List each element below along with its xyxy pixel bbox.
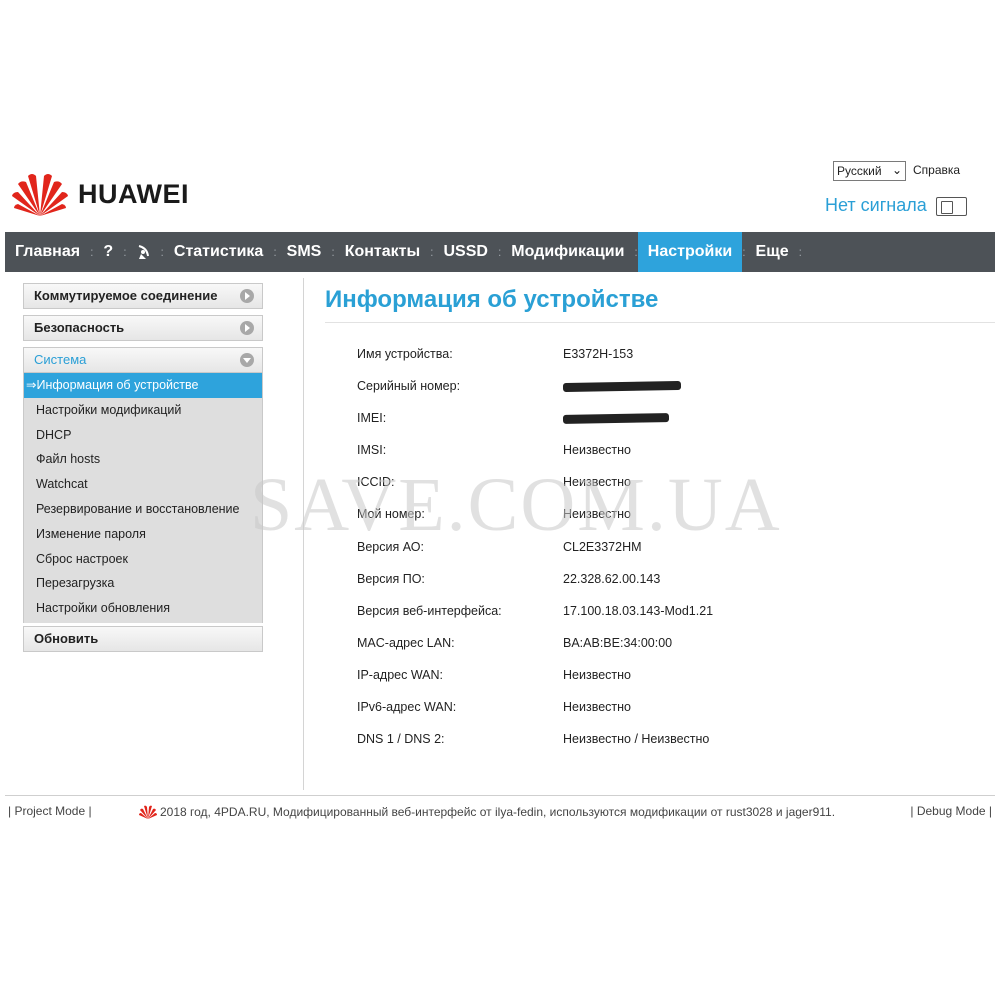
info-value: Неизвестно / Неизвестно [563, 732, 710, 747]
nav-item-3[interactable]: SMS [277, 232, 332, 272]
info-label: Версия веб-интерфейса: [357, 603, 502, 618]
info-row: Версия АО: CL2E3372HM [357, 540, 957, 572]
info-row: ICCID: Неизвестно [357, 475, 957, 507]
info-label: MAC-адрес LAN: [357, 635, 455, 650]
submenu-item-7[interactable]: Сброс настроек [24, 547, 262, 572]
info-row: Версия веб-интерфейса: 17.100.18.03.143-M… [357, 604, 957, 636]
info-value: Неизвестно [563, 443, 631, 458]
info-value: 17.100.18.03.143-Mod1.21 [563, 603, 714, 618]
huawei-logo[interactable]: HUAWEI [10, 170, 189, 218]
main-nav: Главная:?:: Статистика: SMS: Контакты: USSD:… [5, 232, 995, 272]
page-title: Информация об устройстве [325, 286, 659, 313]
info-row: MAC-адрес LAN: BA:AB:BE:34:00:00 [357, 636, 957, 668]
title-divider [325, 322, 995, 323]
sidebar-section-dialup[interactable]: Коммутируемое соединение [23, 283, 263, 309]
footer-divider [5, 795, 995, 796]
info-row: IMSI: Неизвестно [357, 443, 957, 475]
submenu-item-1[interactable]: Настройки модификаций [24, 398, 262, 423]
footer: | Project Mode | 2018 год, 4PDA.RU, Моди… [0, 804, 1000, 822]
nav-item-5[interactable]: USSD [433, 232, 497, 272]
sidebar-section-label: Коммутируемое соединение [34, 288, 218, 303]
info-row: Версия ПО: 22.328.62.00.143 [357, 572, 957, 604]
info-value [562, 379, 682, 411]
info-label: Версия ПО: [357, 571, 425, 586]
content-divider [303, 278, 304, 790]
sidebar: Коммутируемое соединение Безопасность Си… [23, 283, 263, 658]
info-label: Серийный номер: [357, 379, 461, 394]
submenu-item-2[interactable]: DHCP [24, 423, 262, 448]
info-label: ICCID: [357, 475, 395, 490]
info-row: IMEI: [357, 411, 957, 443]
expand-arrow-icon [240, 321, 254, 335]
redacted-value [562, 381, 682, 393]
nav-item-2[interactable]: Статистика [164, 232, 273, 272]
help-link[interactable]: Справка [913, 163, 960, 177]
submenu-item-3[interactable]: Файл hosts [24, 447, 262, 472]
sidebar-section-system[interactable]: Система [23, 347, 263, 373]
info-row: IPv6-адрес WAN: Неизвестно [357, 700, 957, 732]
info-value: E3372H-153 [563, 347, 634, 361]
submenu-item-4[interactable]: Watchcat [24, 472, 262, 497]
info-row: Имя устройства: E3372H-153 [357, 347, 957, 379]
debug-mode-link[interactable]: | Debug Mode | [910, 804, 992, 818]
info-row: IP-адрес WAN: Неизвестно [357, 668, 957, 700]
info-value: Неизвестно [563, 475, 631, 490]
nav-separator: : [798, 245, 802, 259]
info-value [562, 411, 670, 443]
system-submenu: ⇒Информация об устройстве Настройки модиф… [23, 373, 263, 623]
huawei-small-logo-icon [139, 805, 157, 819]
language-value: Русский [837, 164, 882, 178]
sidebar-section-security[interactable]: Безопасность [23, 315, 263, 341]
info-row: Серийный номер: [357, 379, 957, 411]
sidebar-section-label: Безопасность [34, 320, 125, 335]
sidebar-section-label: Обновить [34, 630, 99, 646]
submenu-item-5[interactable]: Резервирование и восстановление [24, 497, 262, 522]
nav-item-1[interactable]: ? [93, 232, 123, 272]
submenu-item-8[interactable]: Перезагрузка [24, 571, 262, 596]
info-value: CL2E3372HM [563, 539, 642, 554]
info-row: Мой номер: Неизвестно [357, 507, 957, 539]
nav-item-7[interactable]: Настройки [637, 232, 743, 272]
nav-item-8[interactable]: Еще [746, 232, 799, 272]
info-label: IPv6-адрес WAN: [357, 700, 457, 715]
submenu-item-0[interactable]: ⇒Информация об устройстве [24, 373, 262, 398]
submenu-item-6[interactable]: Изменение пароля [24, 522, 262, 547]
nav-item-4[interactable]: Контакты [335, 232, 430, 272]
chevron-down-icon: ⌄ [891, 163, 902, 177]
main-content: Информация об устройстве Имя устройства:… [325, 286, 995, 746]
sidebar-section-label: Система [34, 352, 87, 367]
info-value: Неизвестно [563, 667, 631, 682]
nav-item-6[interactable]: Модификации [501, 232, 634, 272]
language-select[interactable]: Русский ⌄ [833, 161, 906, 181]
sidebar-section-update[interactable]: Обновить [23, 625, 263, 652]
submenu-item-9[interactable]: Настройки обновления [24, 596, 262, 621]
satellite-dish-icon[interactable] [127, 232, 161, 272]
expand-arrow-icon [240, 289, 254, 303]
sim-status-icon [936, 197, 967, 216]
info-value: Неизвестно [563, 507, 631, 522]
info-label: Имя устройства: [357, 347, 453, 361]
signal-status: Нет сигнала [825, 195, 927, 215]
info-label: IMEI: [357, 411, 387, 426]
brand-name: HUAWEI [78, 178, 189, 209]
header: HUAWEI Русский ⌄ Справка Нет сигнала [0, 155, 1000, 231]
info-label: Мой номер: [357, 507, 425, 522]
info-label: Версия АО: [357, 539, 424, 554]
info-value: Неизвестно [563, 700, 631, 715]
huawei-flower-icon [12, 174, 68, 216]
project-mode-link[interactable]: | Project Mode | [8, 804, 92, 818]
info-label: DNS 1 / DNS 2: [357, 732, 445, 747]
info-label: IMSI: [357, 443, 387, 458]
info-label: IP-адрес WAN: [357, 667, 444, 682]
info-row: DNS 1 / DNS 2: Неизвестно / Неизвестно [357, 732, 957, 764]
copyright: 2018 год, 4PDA.RU, Модифицированный веб-… [138, 804, 835, 820]
nav-item-0[interactable]: Главная [5, 232, 90, 272]
device-info-table: Имя устройства: E3372H-153 Серийный номер:… [357, 347, 957, 764]
redacted-value [562, 413, 670, 425]
collapse-arrow-icon [240, 353, 254, 367]
info-value: BA:AB:BE:34:00:00 [563, 635, 673, 650]
info-value: 22.328.62.00.143 [563, 571, 661, 586]
copyright-text: 2018 год, 4PDA.RU, Модифицированный веб-… [160, 805, 836, 819]
